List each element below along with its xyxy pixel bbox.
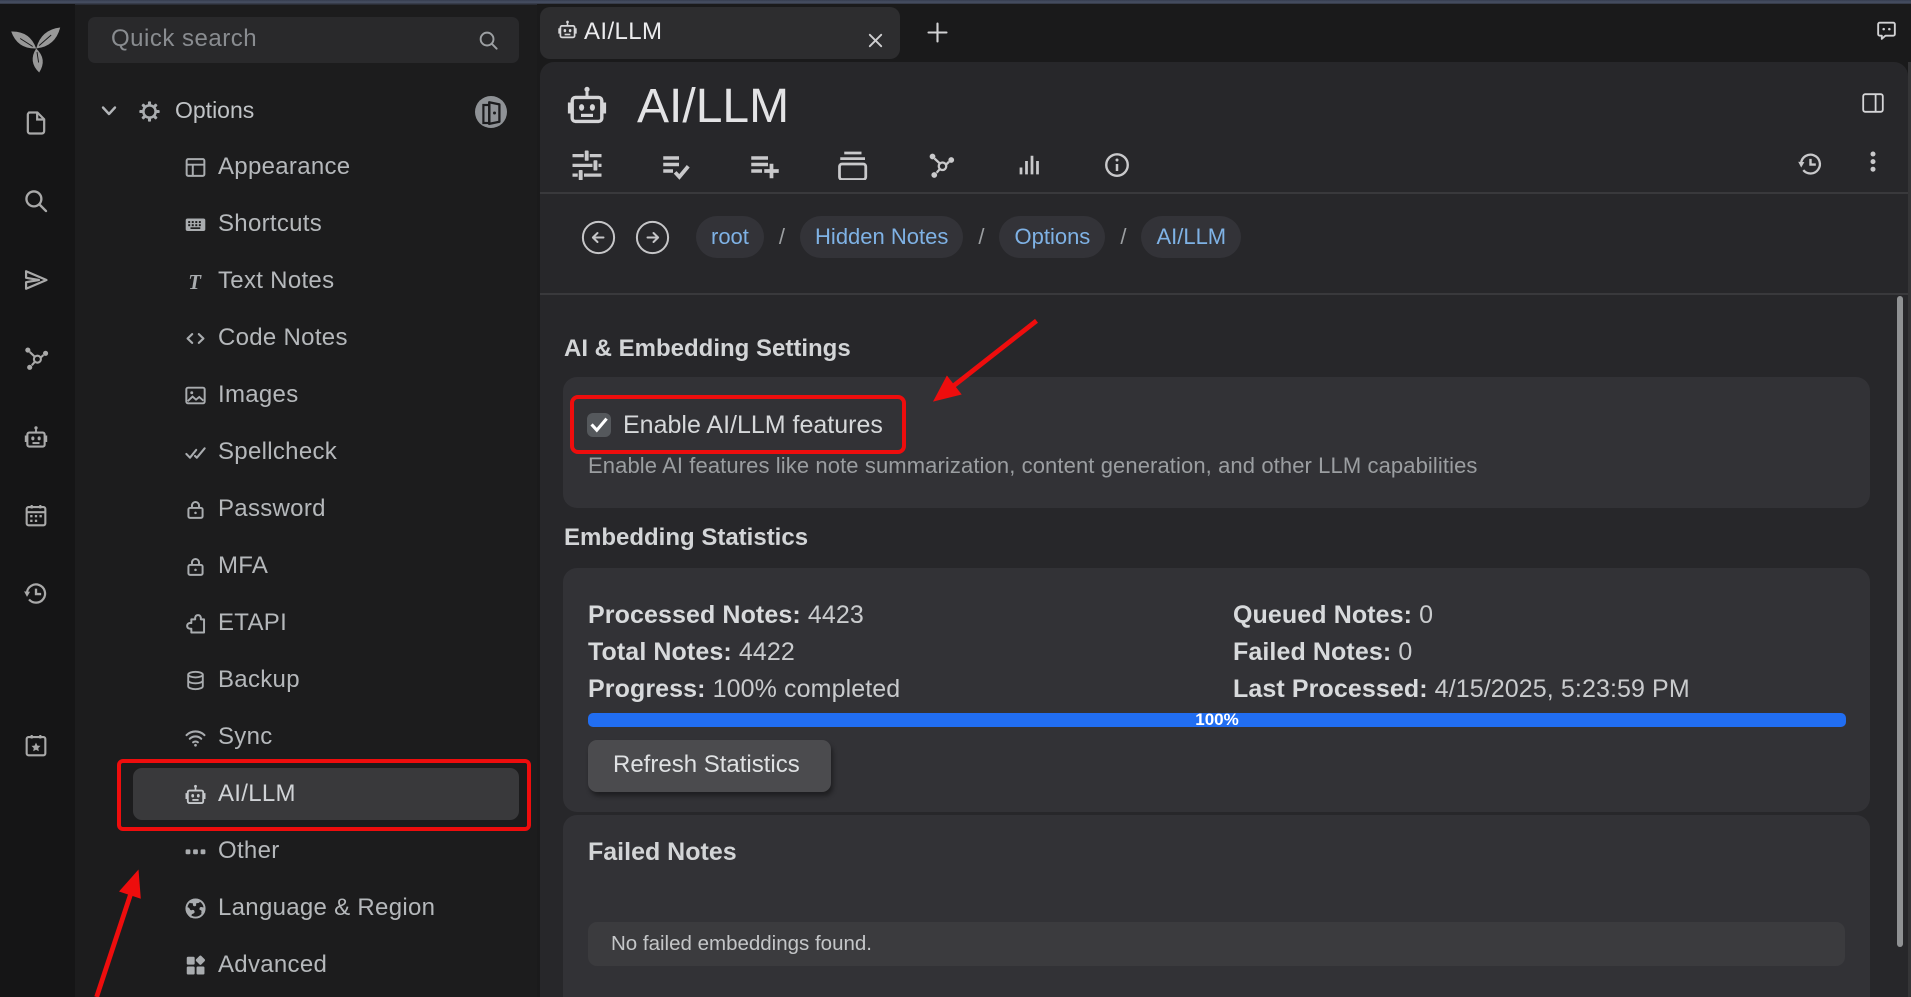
svg-text:T: T: [188, 270, 202, 294]
